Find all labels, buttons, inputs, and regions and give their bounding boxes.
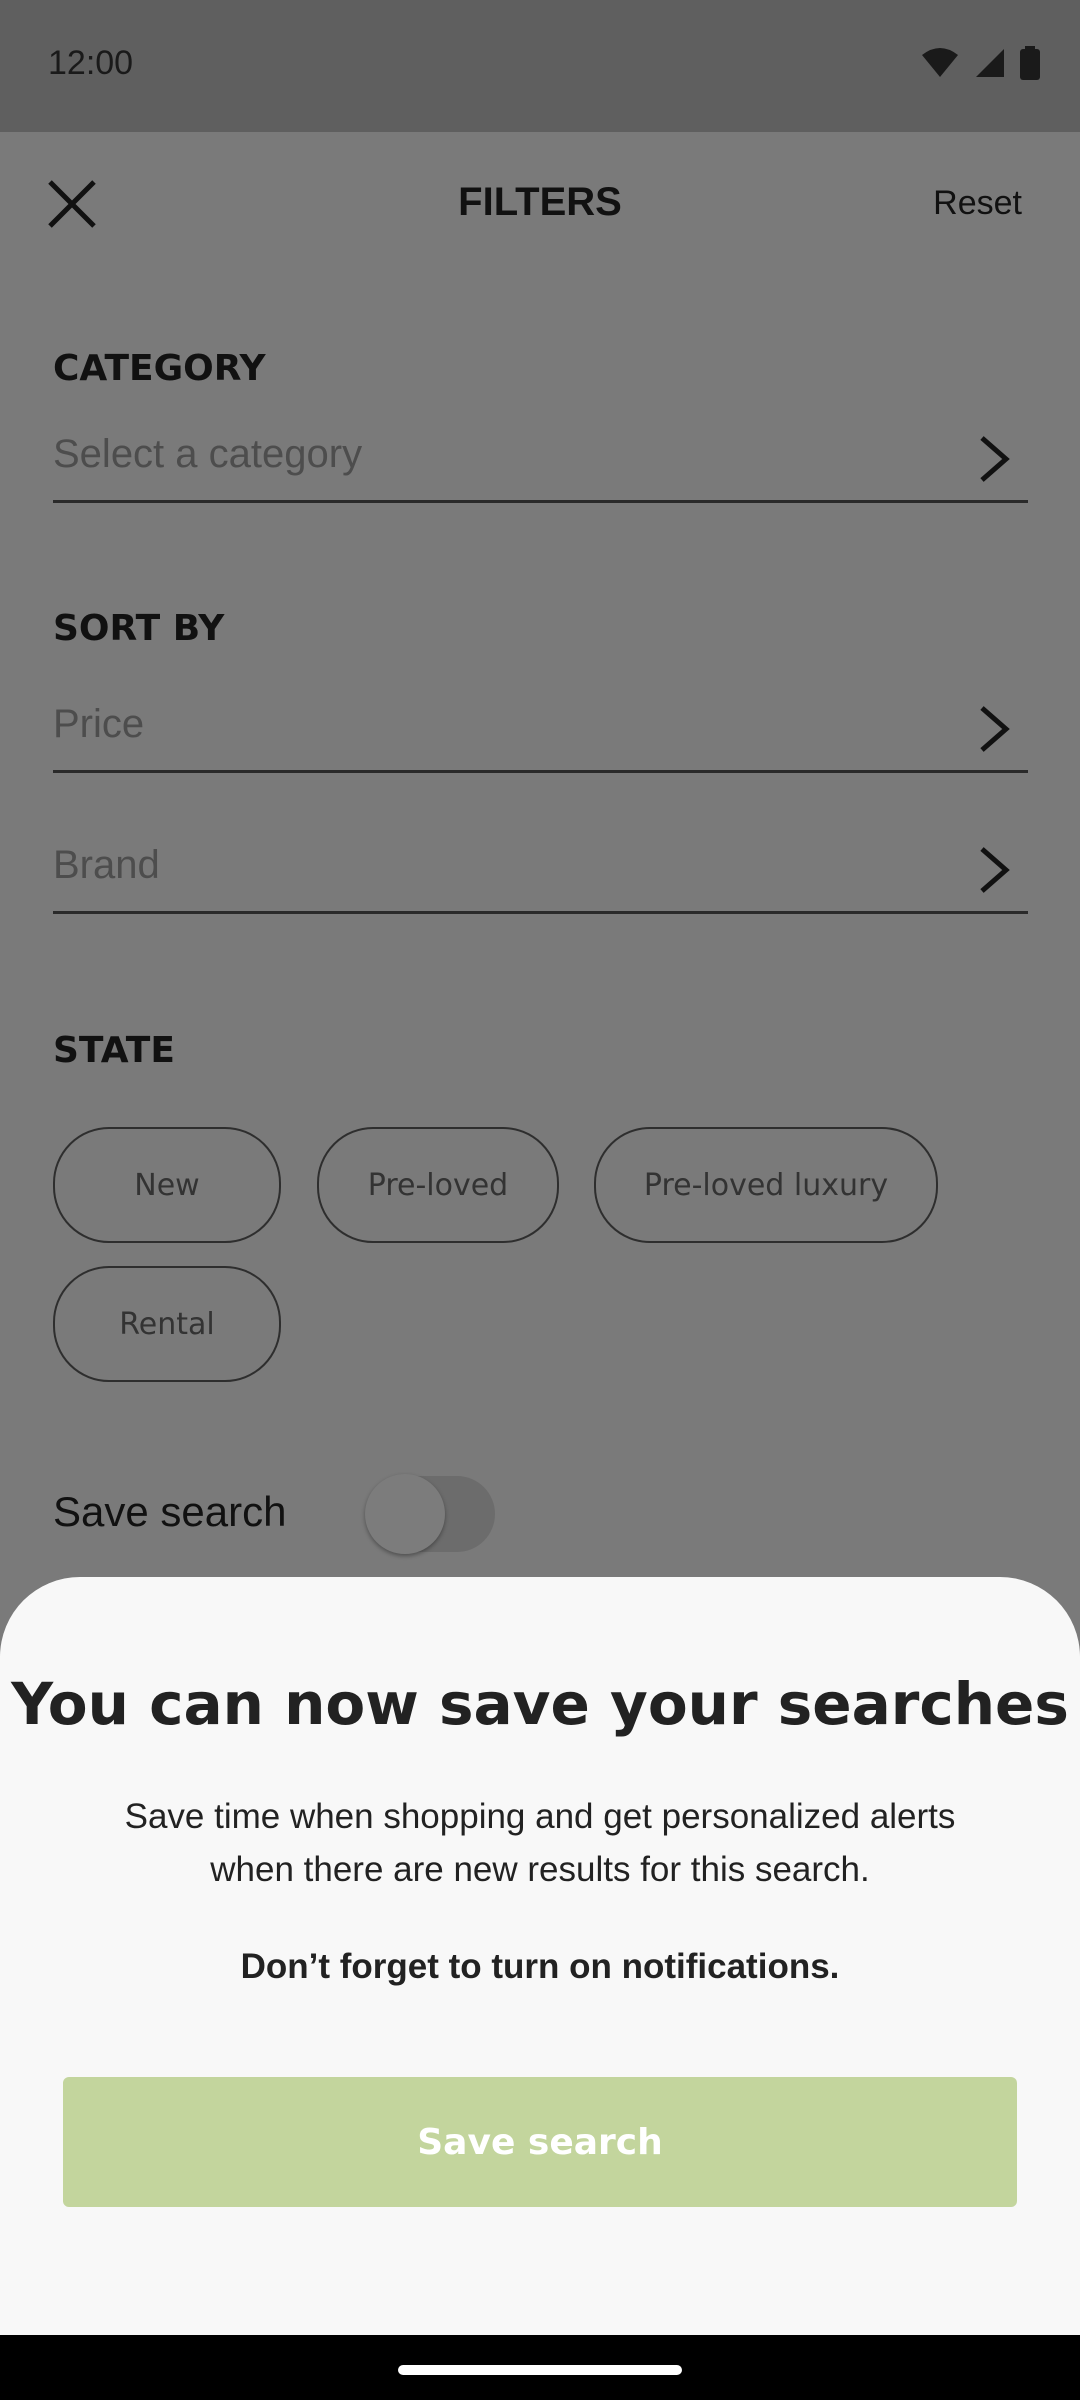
signal-icon: [976, 49, 1004, 77]
brand-field[interactable]: Brand: [53, 831, 1028, 914]
header: FILTERS Reset: [0, 132, 1080, 282]
chevron-right-icon: [980, 436, 1010, 482]
save-search-sheet: You can now save your searches Save time…: [0, 1577, 1080, 2335]
brand-placeholder: Brand: [53, 843, 160, 887]
battery-icon: [1020, 46, 1040, 80]
sheet-body: Save time when shopping and get personal…: [124, 1797, 956, 1889]
home-handle[interactable]: [398, 2365, 682, 2375]
price-placeholder: Price: [53, 702, 145, 746]
status-icons: [920, 46, 1040, 80]
reset-button[interactable]: Reset: [933, 184, 1022, 223]
chip-new[interactable]: New: [53, 1127, 281, 1243]
status-time: 12:00: [48, 44, 134, 82]
sheet-title: You can now save your searches: [11, 1670, 1069, 1738]
status-bar: 12:00: [0, 0, 1080, 132]
chip-pre-loved-luxury[interactable]: Pre-loved luxury: [594, 1127, 938, 1243]
chevron-right-icon: [980, 847, 1010, 893]
chip-rental[interactable]: Rental: [53, 1266, 281, 1382]
sort-by-label: SORT BY: [53, 608, 225, 649]
state-label: STATE: [53, 1030, 175, 1071]
toggle-knob: [365, 1474, 445, 1554]
chevron-right-icon: [980, 706, 1010, 752]
sheet-note: Don’t forget to turn on notifications.: [240, 1947, 840, 1986]
category-label: CATEGORY: [53, 348, 266, 389]
category-placeholder: Select a category: [53, 432, 363, 476]
save-search-label: Save search: [53, 1488, 287, 1535]
page-title: FILTERS: [458, 180, 622, 224]
chip-pre-loved[interactable]: Pre-loved: [317, 1127, 559, 1243]
save-search-toggle[interactable]: [365, 1472, 497, 1554]
price-field[interactable]: Price: [53, 690, 1028, 773]
save-search-button[interactable]: Save search: [63, 2077, 1017, 2207]
category-field[interactable]: Select a category: [53, 420, 1028, 503]
navigation-bar: [0, 2335, 1080, 2400]
wifi-icon: [922, 48, 958, 77]
